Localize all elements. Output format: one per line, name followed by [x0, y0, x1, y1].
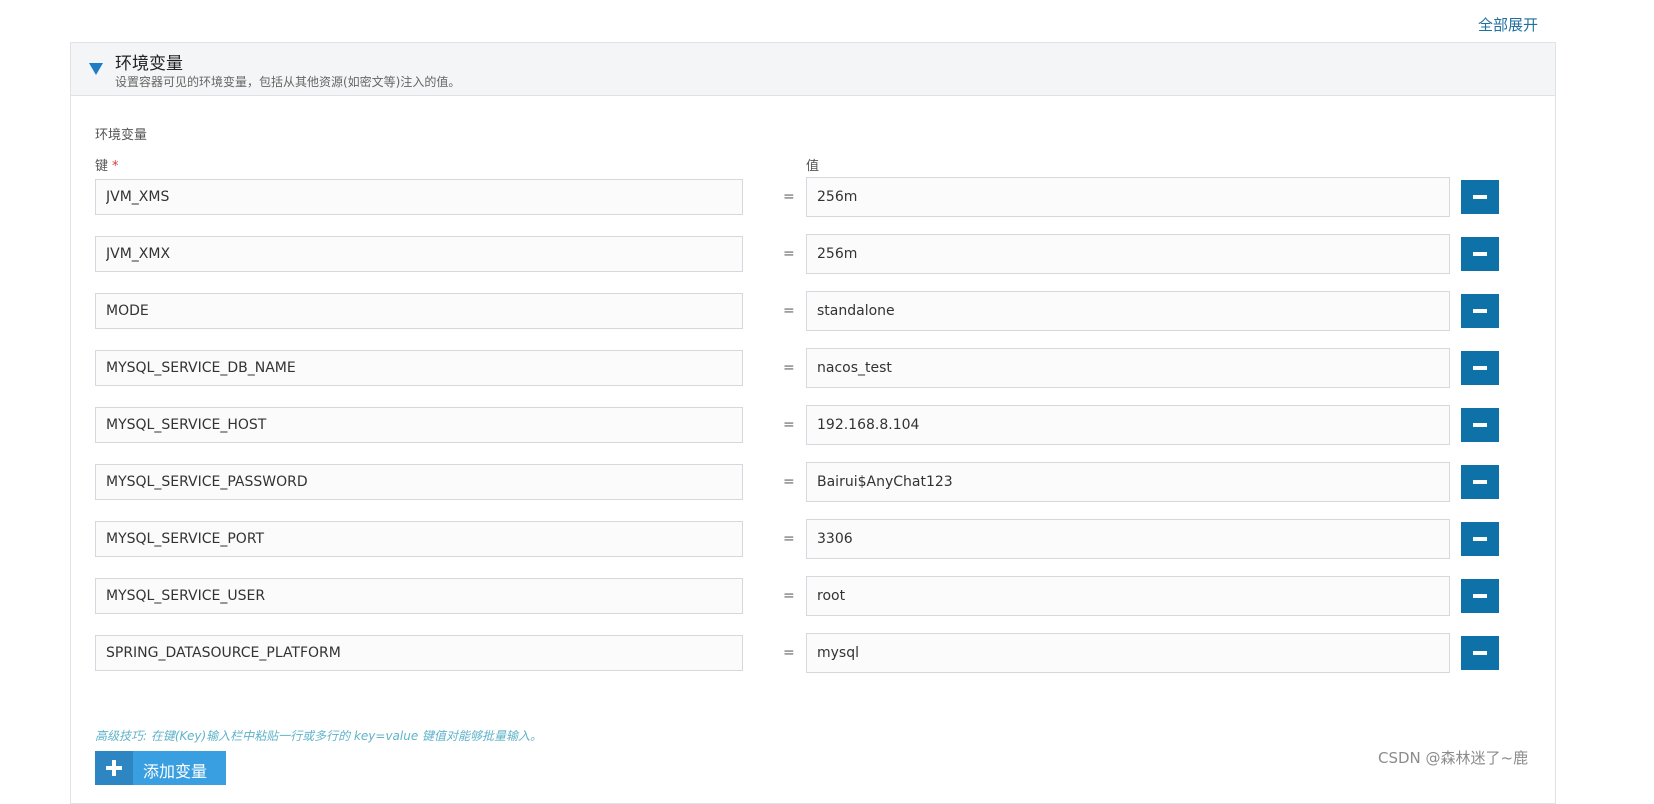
expand-all-link[interactable]: 全部展开: [1478, 14, 1538, 35]
env-key-input[interactable]: [95, 350, 743, 386]
env-key-input[interactable]: [95, 635, 743, 671]
env-key-input[interactable]: [95, 293, 743, 329]
env-row: =: [71, 405, 1555, 447]
section-title: 环境变量: [115, 54, 183, 74]
add-icon-box: [95, 751, 133, 785]
minus-icon: [1473, 480, 1487, 484]
minus-icon: [1473, 651, 1487, 655]
equals-sign: =: [783, 189, 795, 205]
env-key-input[interactable]: [95, 179, 743, 215]
remove-row-button[interactable]: [1461, 294, 1499, 328]
env-row: =: [71, 234, 1555, 276]
equals-sign: =: [783, 645, 795, 661]
env-row: =: [71, 462, 1555, 504]
advanced-tip: 高级技巧: 在键(Key)输入栏中粘贴一行或多行的 key=value 键值对能…: [95, 729, 543, 743]
minus-icon: [1473, 537, 1487, 541]
env-key-input[interactable]: [95, 578, 743, 614]
env-value-input[interactable]: [806, 576, 1450, 616]
remove-row-button[interactable]: [1461, 351, 1499, 385]
env-value-input[interactable]: [806, 348, 1450, 388]
equals-sign: =: [783, 588, 795, 604]
env-key-input[interactable]: [95, 464, 743, 500]
section-description: 设置容器可见的环境变量，包括从其他资源(如密文等)注入的值。: [115, 75, 461, 89]
remove-row-button[interactable]: [1461, 408, 1499, 442]
remove-row-button[interactable]: [1461, 237, 1499, 271]
env-value-input[interactable]: [806, 405, 1450, 445]
equals-sign: =: [783, 474, 795, 490]
collapse-triangle-icon[interactable]: [89, 63, 103, 75]
equals-sign: =: [783, 303, 795, 319]
equals-sign: =: [783, 360, 795, 376]
env-value-input[interactable]: [806, 462, 1450, 502]
minus-icon: [1473, 366, 1487, 370]
remove-row-button[interactable]: [1461, 465, 1499, 499]
env-vars-section: 环境变量 设置容器可见的环境变量，包括从其他资源(如密文等)注入的值。 环境变量…: [70, 42, 1556, 804]
remove-row-button[interactable]: [1461, 180, 1499, 214]
key-column-label-text: 键: [95, 159, 109, 174]
remove-row-button[interactable]: [1461, 579, 1499, 613]
remove-row-button[interactable]: [1461, 522, 1499, 556]
minus-icon: [1473, 309, 1487, 313]
required-mark: *: [112, 159, 119, 174]
add-variable-button[interactable]: 添加变量: [95, 751, 226, 785]
minus-icon: [1473, 423, 1487, 427]
env-row: =: [71, 291, 1555, 333]
env-value-input[interactable]: [806, 519, 1450, 559]
env-row: =: [71, 348, 1555, 390]
value-column-label: 值: [806, 159, 820, 174]
env-key-input[interactable]: [95, 407, 743, 443]
minus-icon: [1473, 594, 1487, 598]
remove-row-button[interactable]: [1461, 636, 1499, 670]
env-value-input[interactable]: [806, 291, 1450, 331]
key-column-label: 键 *: [95, 155, 119, 174]
env-key-input[interactable]: [95, 521, 743, 557]
field-group-label: 环境变量: [95, 128, 148, 143]
env-row: =: [71, 576, 1555, 618]
equals-sign: =: [783, 531, 795, 547]
plus-icon-vertical: [112, 760, 116, 776]
env-row: =: [71, 633, 1555, 675]
equals-sign: =: [783, 417, 795, 433]
env-value-input[interactable]: [806, 234, 1450, 274]
minus-icon: [1473, 252, 1487, 256]
env-value-input[interactable]: [806, 177, 1450, 217]
csdn-watermark: CSDN @森林迷了~鹿: [1378, 749, 1529, 767]
env-row: =: [71, 519, 1555, 561]
section-header[interactable]: 环境变量 设置容器可见的环境变量，包括从其他资源(如密文等)注入的值。: [71, 43, 1555, 96]
add-variable-label: 添加变量: [143, 762, 208, 781]
minus-icon: [1473, 195, 1487, 199]
equals-sign: =: [783, 246, 795, 262]
env-row: =: [71, 177, 1555, 219]
env-value-input[interactable]: [806, 633, 1450, 673]
env-key-input[interactable]: [95, 236, 743, 272]
